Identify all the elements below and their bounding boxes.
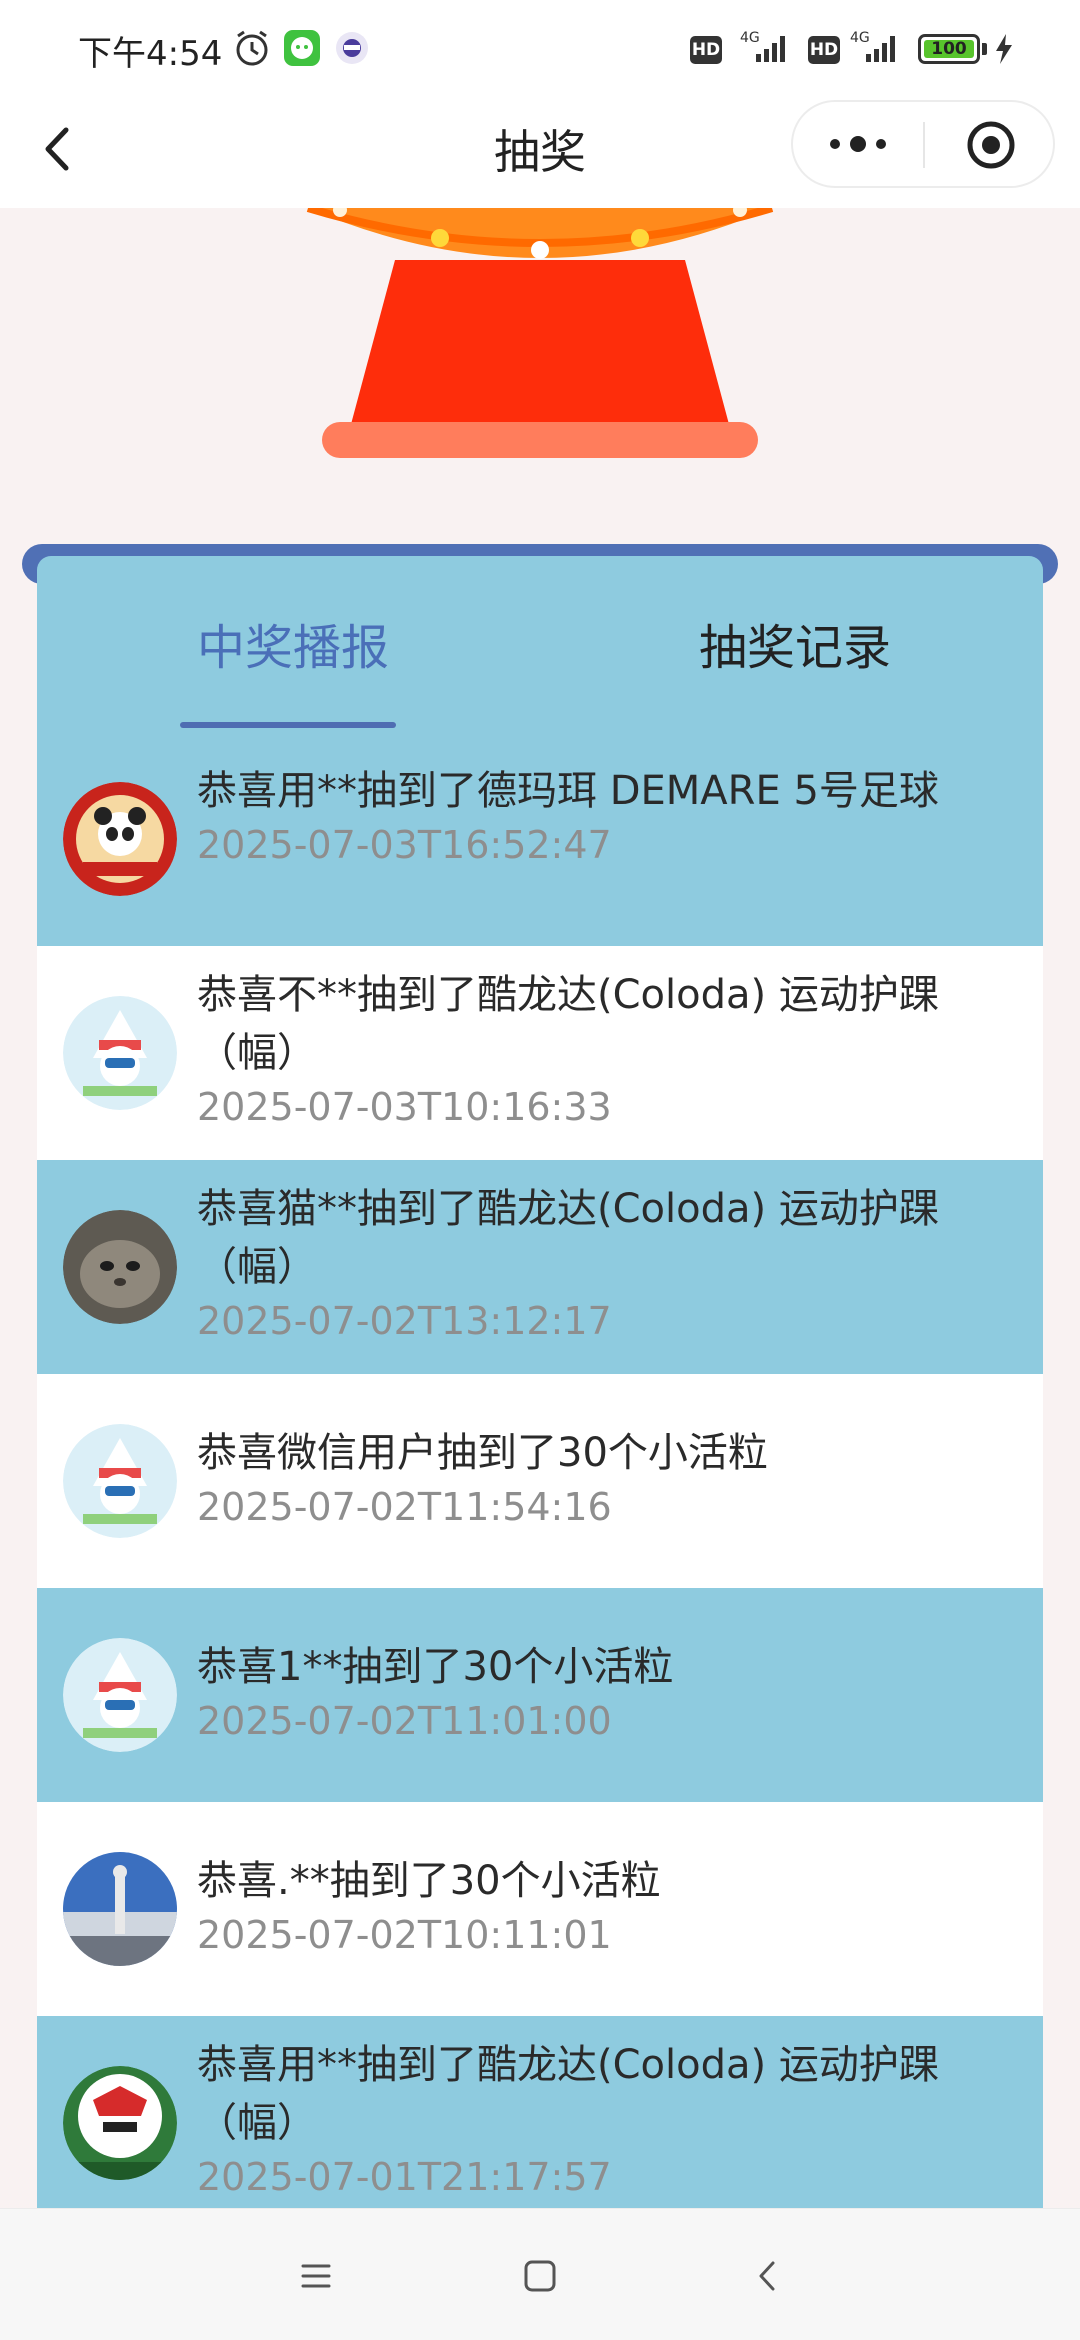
capsule-divider	[923, 122, 925, 168]
charging-icon	[996, 34, 1012, 64]
list-item[interactable]: 恭喜微信用户抽到了30个小活粒 2025-07-02T11:54:16	[37, 1374, 1043, 1588]
signal-icon	[756, 36, 785, 62]
back-nav-icon[interactable]	[743, 2251, 793, 2301]
record-time: 2025-07-02T11:54:16	[197, 1485, 612, 1529]
football-avatar	[63, 2066, 177, 2180]
browser-app-icon	[336, 32, 368, 64]
winner-list: 恭喜用**抽到了德玛珥 DEMARE 5号足球 2025-07-03T16:52…	[37, 732, 1043, 2208]
record-time: 2025-07-01T21:17:57	[197, 2155, 612, 2199]
alarm-icon	[236, 30, 268, 66]
cat-avatar	[63, 1210, 177, 1324]
statue-avatar	[63, 1852, 177, 1966]
tab-bar: 中奖播报 抽奖记录	[37, 556, 1043, 732]
more-icon[interactable]	[823, 124, 893, 164]
record-time: 2025-07-03T16:52:47	[197, 823, 612, 867]
battery-icon: 100	[918, 34, 980, 64]
record-text: 恭喜用**抽到了德玛珥 DEMARE 5号足球	[197, 768, 939, 814]
list-item[interactable]: 恭喜用**抽到了德玛珥 DEMARE 5号足球 2025-07-03T16:52…	[37, 732, 1043, 946]
records-panel: 中奖播报 抽奖记录 恭喜用**抽到了德玛珥 DEMARE 5号足球 2025-0…	[37, 556, 1043, 2208]
list-item[interactable]: 恭喜不**抽到了酷龙达(Coloda) 运动护踝（幅） 2025-07-03T1…	[37, 946, 1043, 1160]
tab-draw-records[interactable]: 抽奖记录	[699, 608, 891, 678]
record-time: 2025-07-02T13:12:17	[197, 1299, 612, 1343]
active-tab-indicator	[180, 722, 396, 728]
list-item[interactable]: 恭喜1**抽到了30个小活粒 2025-07-02T11:01:00	[37, 1588, 1043, 1802]
close-miniprogram-icon[interactable]	[965, 119, 1017, 171]
mascot-avatar	[63, 996, 177, 1110]
status-time: 下午4:54	[78, 34, 223, 74]
hd-badge-2: HD	[808, 36, 840, 64]
list-item[interactable]: 恭喜.**抽到了30个小活粒 2025-07-02T10:11:01	[37, 1802, 1043, 2016]
system-nav-bar	[0, 2208, 1080, 2340]
prize-machine-graphic	[306, 208, 774, 458]
nav-bar: 抽奖	[0, 96, 1080, 208]
tab-win-broadcast[interactable]: 中奖播报	[197, 608, 389, 678]
status-bar: 下午4:54 HD 4G HD 4G 100	[0, 0, 1080, 96]
menu-icon[interactable]	[291, 2251, 341, 2301]
record-text: 恭喜.**抽到了30个小活粒	[197, 1858, 661, 1904]
record-time: 2025-07-02T10:11:01	[197, 1913, 612, 1957]
signal-icon-2	[866, 36, 895, 62]
home-icon[interactable]	[515, 2251, 565, 2301]
miniprogram-capsule	[791, 100, 1055, 188]
record-text: 恭喜微信用户抽到了30个小活粒	[197, 1430, 768, 1476]
record-time: 2025-07-03T10:16:33	[197, 1085, 612, 1129]
record-text: 恭喜不**抽到了酷龙达(Coloda) 运动护踝（幅）	[197, 972, 939, 1076]
record-text: 恭喜用**抽到了酷龙达(Coloda) 运动护踝（幅）	[197, 2042, 939, 2146]
record-text: 恭喜1**抽到了30个小活粒	[197, 1644, 674, 1690]
list-item[interactable]: 恭喜猫**抽到了酷龙达(Coloda) 运动护踝（幅） 2025-07-02T1…	[37, 1160, 1043, 1374]
wechat-app-icon	[284, 30, 320, 66]
battery-tip	[982, 43, 987, 55]
mascot-avatar	[63, 1638, 177, 1752]
record-text: 恭喜猫**抽到了酷龙达(Coloda) 运动护踝（幅）	[197, 1186, 939, 1290]
battery-level: 100	[924, 40, 974, 58]
list-item[interactable]: 恭喜用**抽到了酷龙达(Coloda) 运动护踝（幅） 2025-07-01T2…	[37, 2016, 1043, 2208]
panda-avatar	[63, 782, 177, 896]
hd-badge: HD	[690, 36, 722, 64]
record-time: 2025-07-02T11:01:00	[197, 1699, 612, 1743]
mascot-avatar	[63, 1424, 177, 1538]
